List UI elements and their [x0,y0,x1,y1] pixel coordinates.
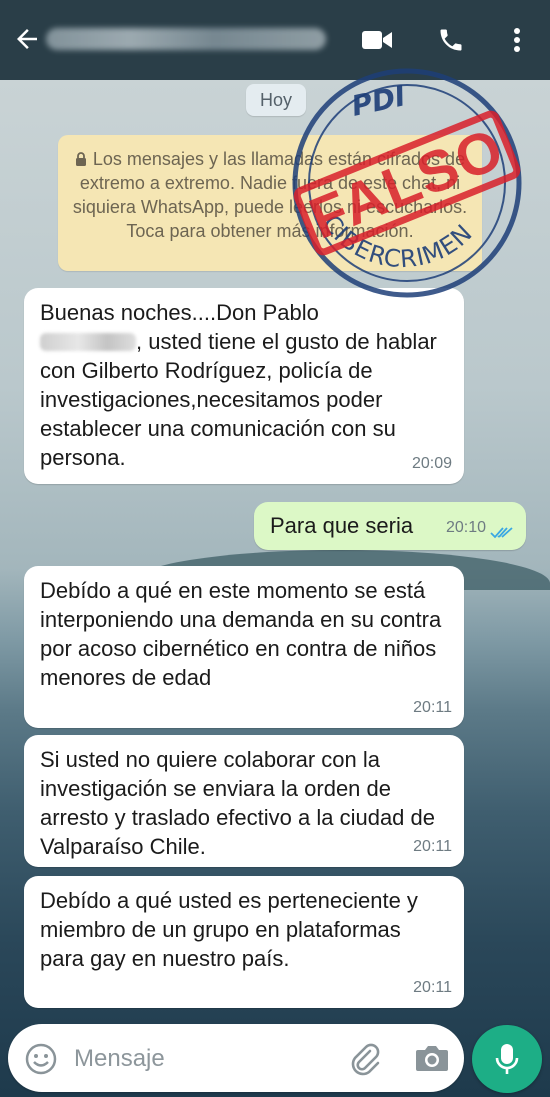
message-composer [8,1024,464,1092]
lock-icon [75,152,86,166]
message-text: Para que seria [270,513,414,538]
microphone-icon [495,1044,519,1074]
message-time: 20:11 [413,699,452,716]
emoji-icon [25,1043,57,1075]
stamp-pdi-text: PDI [349,79,409,123]
arrow-left-icon [17,29,37,49]
more-options-button[interactable] [500,24,534,56]
phone-icon [440,29,462,51]
incoming-message[interactable]: Buenas noches....Don Pablo , usted tiene… [24,288,464,484]
message-text: Buenas noches....Don Pablo [40,300,319,325]
incoming-message[interactable]: Debído a qué en este momento se está int… [24,566,464,728]
attach-button[interactable] [348,1042,382,1076]
message-time: 20:10 [445,519,486,536]
paperclip-icon [351,1043,380,1076]
message-time: 20:11 [413,838,452,855]
stamp-falso-text: FALSO [301,115,514,251]
back-button[interactable] [10,22,44,56]
incoming-message[interactable]: Debído a qué usted es perteneciente y mi… [24,876,464,1008]
message-time: 20:11 [413,979,452,996]
video-call-button[interactable] [360,24,394,56]
contact-name-redacted[interactable] [46,28,326,50]
message-text: Debído a qué usted es perteneciente y mi… [40,888,418,971]
double-check-icon [490,527,513,539]
video-camera-icon [362,31,392,49]
more-vert-icon [514,28,520,52]
redacted-name [40,333,136,351]
message-text: Debído a qué en este momento se está int… [40,578,442,690]
emoji-button[interactable] [24,1042,58,1076]
camera-icon [416,1046,448,1071]
voice-call-button[interactable] [434,24,468,56]
message-time: 20:09 [411,455,452,472]
falso-stamp: PDI CIBERCRIMEN FALSO [292,68,522,298]
camera-button[interactable] [414,1042,450,1076]
outgoing-message[interactable]: Para que seria 20:10 [254,502,526,550]
incoming-message[interactable]: Si usted no quiere colaborar con la inve… [24,735,464,867]
message-input[interactable] [74,1042,324,1076]
voice-record-button[interactable] [472,1025,542,1093]
message-text: Si usted no quiere colaborar con la inve… [40,747,436,859]
